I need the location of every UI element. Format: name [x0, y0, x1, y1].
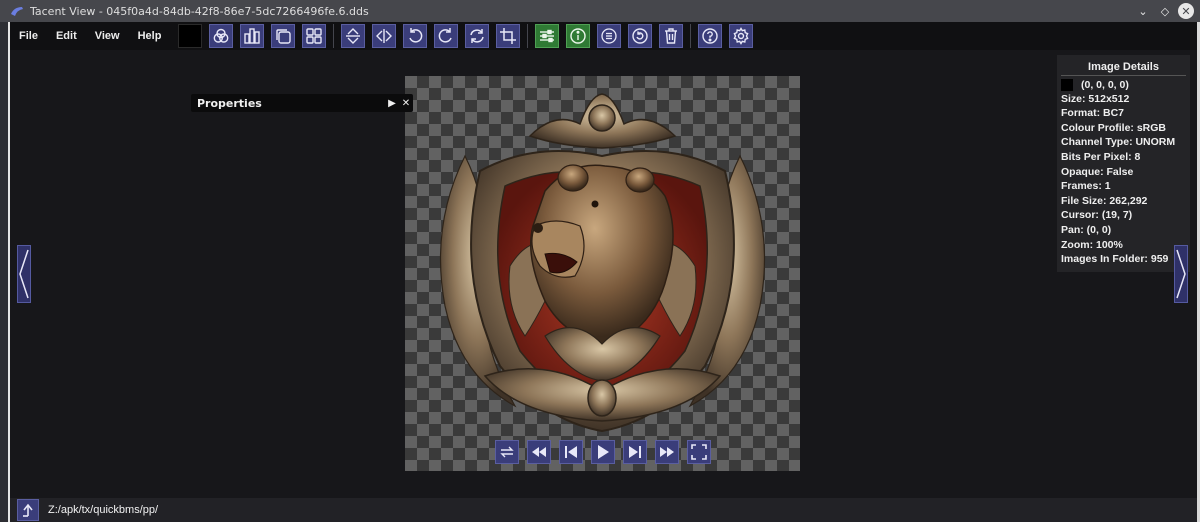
flip-horizontal-button[interactable]: [372, 24, 397, 48]
skip-end-button[interactable]: [655, 440, 679, 464]
next-frame-button[interactable]: [623, 440, 647, 464]
pixel-color-swatch: [1061, 79, 1073, 92]
chevron-left-icon: [19, 249, 29, 299]
flip-vertical-button[interactable]: [341, 24, 366, 48]
rotate-any-button[interactable]: [465, 24, 490, 48]
detail-size: Size: 512x512: [1061, 92, 1130, 105]
loop-button[interactable]: [495, 440, 519, 464]
play-button[interactable]: [591, 440, 615, 464]
toolbar-separator: [333, 24, 335, 48]
current-folder-path: Z:/apk/tx/quickbms/pp/: [48, 504, 159, 516]
window-frame-left: [0, 22, 8, 522]
channels-icon: [214, 28, 229, 43]
contact-sheet-button[interactable]: [302, 24, 327, 48]
expand-icon[interactable]: ▶: [385, 98, 399, 109]
arrow-up-icon: [23, 503, 33, 517]
fullscreen-icon: [691, 444, 707, 460]
menu-file[interactable]: File: [10, 22, 47, 50]
play-icon: [598, 445, 609, 459]
image-viewport[interactable]: [405, 76, 800, 471]
rotate-ccw-button[interactable]: [403, 24, 428, 48]
chevron-right-icon: [1176, 249, 1186, 299]
detail-format: Format: BC7: [1061, 107, 1125, 120]
info-icon: [570, 28, 587, 44]
next-image-button[interactable]: [1174, 245, 1188, 303]
next-frame-icon: [629, 446, 641, 458]
status-bar: Z:/apk/tx/quickbms/pp/: [10, 498, 1197, 522]
detail-opaque: Opaque: False: [1061, 165, 1134, 178]
toolbar-separator: [527, 24, 529, 48]
detail-images-in-folder: Images In Folder: 959: [1061, 253, 1169, 266]
detail-pan: Pan: (0, 0): [1061, 223, 1112, 236]
channels-button[interactable]: [209, 24, 234, 48]
skip-start-button[interactable]: [527, 440, 551, 464]
help-icon: [702, 28, 719, 44]
rotate-ccw-icon: [409, 28, 423, 43]
loop-icon: [500, 446, 514, 458]
detail-frames: Frames: 1: [1061, 180, 1111, 193]
settings-icon: [733, 27, 749, 45]
rotate-any-icon: [470, 29, 485, 43]
main-toolbar: File Edit View Help: [10, 22, 1197, 50]
prev-frame-button[interactable]: [559, 440, 583, 464]
toolbar-separator: [690, 24, 692, 48]
settings-button[interactable]: [729, 24, 754, 48]
previous-image-button[interactable]: [17, 245, 31, 303]
delete-button[interactable]: [659, 24, 684, 48]
fullscreen-button[interactable]: [687, 440, 711, 464]
detail-bits-per-pixel: Bits Per Pixel: 8: [1061, 150, 1141, 163]
chevron-down-icon[interactable]: ⌄: [1134, 2, 1152, 20]
parent-folder-button[interactable]: [17, 499, 39, 521]
tile-button[interactable]: [271, 24, 296, 48]
menu-help[interactable]: Help: [129, 22, 171, 50]
properties-title: Properties: [197, 96, 262, 110]
flip-vertical-icon: [346, 28, 361, 44]
adjust-icon: [540, 29, 555, 43]
pixel-value-row: (0, 0, 0, 0): [1061, 78, 1186, 93]
detail-cursor: Cursor: (19, 7): [1061, 209, 1133, 222]
histogram-icon: [244, 28, 261, 44]
detail-channel-type: Channel Type: UNORM: [1061, 136, 1176, 149]
flip-horizontal-icon: [376, 29, 393, 43]
rotate-cw-button[interactable]: [434, 24, 459, 48]
app-logo-icon: [11, 7, 23, 16]
contact-sheet-icon: [306, 28, 323, 44]
skip-start-icon: [532, 447, 546, 457]
close-icon[interactable]: ✕: [399, 98, 413, 109]
detail-zoom: Zoom: 100%: [1061, 238, 1123, 251]
skip-end-icon: [660, 447, 674, 457]
delete-icon: [665, 28, 678, 44]
list-button[interactable]: [597, 24, 622, 48]
help-button[interactable]: [698, 24, 723, 48]
prev-frame-icon: [565, 446, 577, 458]
close-icon[interactable]: ✕: [1178, 3, 1194, 19]
app-window: Tacent View - 045f0a4d-84db-42f8-86e7-5d…: [0, 0, 1200, 522]
rotate-cw-icon: [439, 28, 453, 43]
adjust-button[interactable]: [535, 24, 560, 48]
list-icon: [601, 28, 618, 44]
info-button[interactable]: [566, 24, 591, 48]
bear-emblem-image: [439, 93, 766, 433]
properties-panel[interactable]: Properties ▶ ✕: [191, 94, 413, 112]
detail-colour-profile: Colour Profile: sRGB: [1061, 121, 1167, 134]
playback-controls: [495, 440, 719, 464]
refresh-button[interactable]: [628, 24, 653, 48]
histogram-button[interactable]: [240, 24, 265, 48]
pixel-value: (0, 0, 0, 0): [1081, 79, 1129, 92]
diamond-icon[interactable]: ◇: [1156, 2, 1174, 20]
detail-file-size: File Size: 262,292: [1061, 194, 1148, 207]
crop-button[interactable]: [496, 24, 521, 48]
crop-icon: [500, 28, 517, 44]
details-header: Image Details: [1061, 61, 1186, 76]
menu-edit[interactable]: Edit: [47, 22, 86, 50]
title-bar[interactable]: Tacent View - 045f0a4d-84db-42f8-86e7-5d…: [0, 0, 1200, 22]
image-details-panel: Image Details (0, 0, 0, 0) Size: 512x512…: [1057, 55, 1190, 272]
refresh-icon: [632, 28, 649, 44]
background-color-swatch[interactable]: [178, 24, 203, 48]
window-title: Tacent View - 045f0a4d-84db-42f8-86e7-5d…: [30, 4, 369, 18]
tile-icon: [276, 29, 292, 44]
menu-view[interactable]: View: [86, 22, 129, 50]
